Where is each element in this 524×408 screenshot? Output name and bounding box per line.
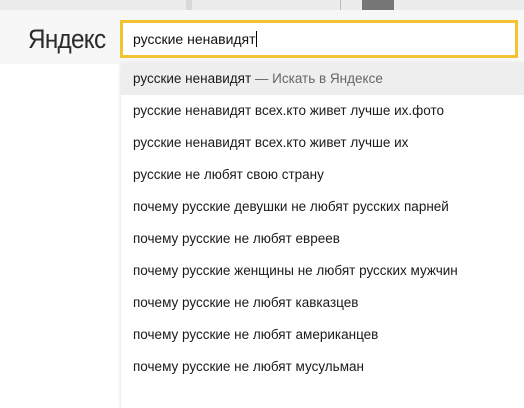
suggest-item[interactable]: почему русские женщины не любят русских … bbox=[121, 255, 524, 287]
suggest-query: русские ненавидят bbox=[133, 71, 252, 86]
suggest-item[interactable]: почему русские не любят евреев bbox=[121, 223, 524, 255]
suggest-hint: — Искать в Яндексе bbox=[251, 71, 383, 86]
search-box[interactable]: русские ненавидят bbox=[120, 20, 518, 58]
active-tab-fragment[interactable] bbox=[362, 0, 394, 10]
suggest-item[interactable]: почему русские не любят кавказцев bbox=[121, 287, 524, 319]
browser-tab-strip bbox=[0, 0, 524, 10]
suggest-item[interactable]: почему русские девушки не любят русских … bbox=[121, 191, 524, 223]
text-caret bbox=[255, 31, 257, 47]
tab-divider bbox=[340, 0, 341, 10]
yandex-logo[interactable]: Яндекс bbox=[28, 24, 106, 54]
suggest-item[interactable]: русские не любят свою страну bbox=[121, 159, 524, 191]
suggest-item[interactable]: почему русские не любят мусульман bbox=[121, 351, 524, 383]
tab-favicon-fragment bbox=[186, 0, 192, 10]
search-input[interactable]: русские ненавидят bbox=[133, 23, 257, 55]
search-header: Яндекс русские ненавидят bbox=[0, 10, 524, 64]
suggest-item[interactable]: русские ненавидят всех.кто живет лучше и… bbox=[121, 127, 524, 159]
suggest-item[interactable]: русские ненавидят всех.кто живет лучше и… bbox=[121, 95, 524, 127]
search-query-text: русские ненавидят bbox=[133, 31, 256, 47]
suggest-item-search[interactable]: русские ненавидят — Искать в Яндексе bbox=[121, 63, 524, 95]
suggest-dropdown: русские ненавидят — Искать в Яндексе рус… bbox=[121, 63, 524, 408]
tab-fragment[interactable] bbox=[0, 0, 40, 10]
suggest-item[interactable]: почему русские не любят американцев bbox=[121, 319, 524, 351]
